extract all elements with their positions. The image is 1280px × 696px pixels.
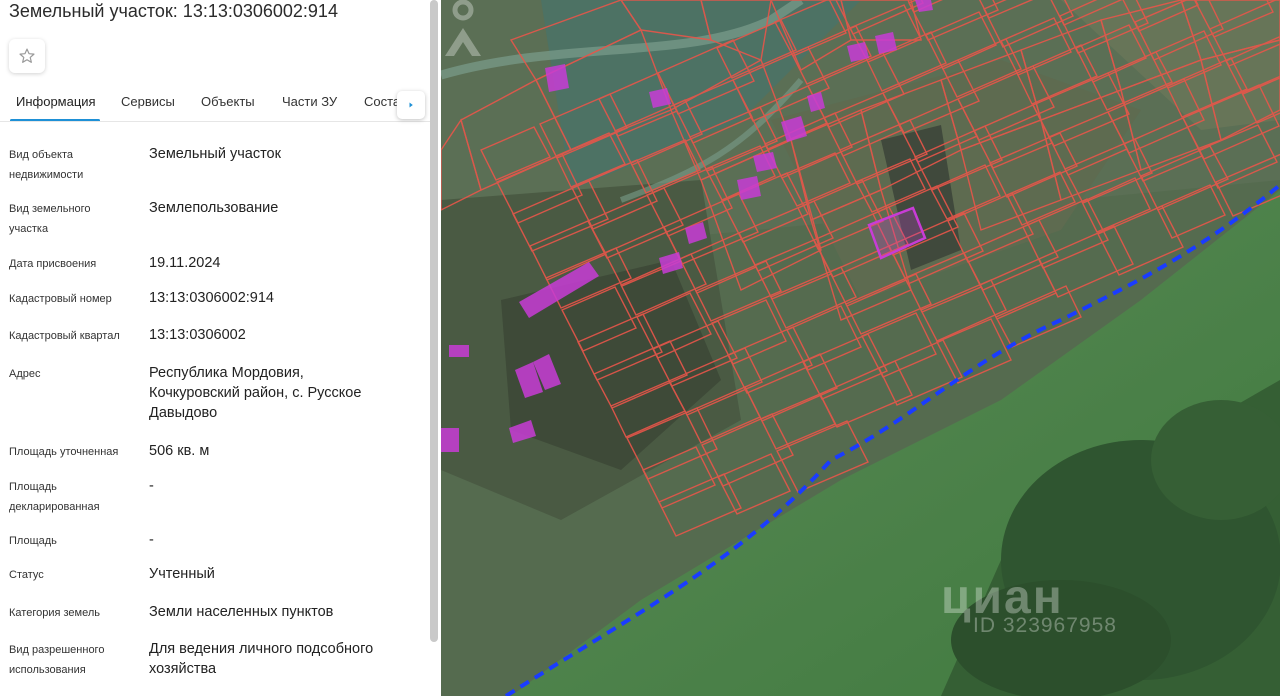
attribute-value-line: Республика Мордовия, <box>149 365 304 381</box>
attribute-value: 13:13:0306002 <box>149 325 419 345</box>
attribute-label: Статус <box>9 565 139 585</box>
attribute-value-line: Земли населенных пунктов <box>149 604 334 620</box>
tab-parts[interactable]: Части ЗУ <box>282 94 337 109</box>
attribute-value-line: - <box>149 478 154 494</box>
chevron-right-icon <box>409 102 413 108</box>
attribute-label-line: Дата присвоения <box>9 258 97 270</box>
attribute-value-line: Земельный участок <box>149 146 281 162</box>
active-tab-indicator <box>10 119 100 121</box>
attribute-value-line: Для ведения личного подсобного <box>149 641 374 657</box>
attribute-value: - <box>149 530 419 550</box>
attribute-value-line: Учтенный <box>149 566 215 582</box>
attribute-label: Адрес <box>9 364 139 384</box>
attribute-value-line: 506 кв. м <box>149 443 210 459</box>
attribute-value-line: Кочкуровский район, с. Русское <box>149 385 362 401</box>
attribute-label-line: Вид разрешенного <box>9 644 105 656</box>
attribute-value-line: Давыдово <box>149 405 218 421</box>
attribute-label-line: недвижимости <box>9 169 84 181</box>
tabs-scroll-right-button[interactable] <box>397 91 425 119</box>
page-title: Земельный участок: 13:13:0306002:914 <box>9 1 338 21</box>
attribute-label-line: участка <box>9 223 49 235</box>
attribute-label-line: Вид земельного <box>9 203 91 215</box>
attribute-label: Кадастровый квартал <box>9 326 139 346</box>
attribute-label-line: Кадастровый номер <box>9 293 112 305</box>
attribute-label-line: Адрес <box>9 368 41 380</box>
favorite-button[interactable] <box>9 39 45 73</box>
tab-info[interactable]: Информация <box>16 94 96 109</box>
attribute-value-line: Землепользование <box>149 200 279 216</box>
attribute-value: Землепользование <box>149 198 419 218</box>
attribute-value-line: 13:13:0306002 <box>149 327 246 343</box>
attribute-label: Кадастровый номер <box>9 289 139 309</box>
attribute-value-line: - <box>149 532 154 548</box>
attribute-label-line: Площадь <box>9 481 57 493</box>
attribute-value-line: 13:13:0306002:914 <box>149 290 274 306</box>
attribute-label: Площадь <box>9 531 139 551</box>
attribute-value: 13:13:0306002:914 <box>149 288 419 308</box>
watermark-id: ID 323967958 <box>973 614 1117 637</box>
attribute-label-line: Вид объекта <box>9 149 73 161</box>
tab-composition[interactable]: Соста <box>364 94 400 109</box>
tab-services[interactable]: Сервисы <box>121 94 175 109</box>
attribute-value: Учтенный <box>149 564 419 584</box>
attribute-label-line: Площадь уточненная <box>9 446 119 458</box>
attribute-value: - <box>149 476 419 496</box>
attribute-value: Земельный участок <box>149 144 419 164</box>
attribute-value-line: хозяйства <box>149 661 217 677</box>
attribute-value-line: 19.11.2024 <box>149 255 221 271</box>
attribute-label: Дата присвоения <box>9 254 139 274</box>
panel-scrollbar[interactable] <box>430 0 438 642</box>
cian-logo-icon <box>445 0 481 56</box>
attribute-label: Категория земель <box>9 603 139 623</box>
attribute-label: Вид земельного участка <box>9 199 139 239</box>
star-icon <box>19 48 35 63</box>
attribute-label-line: Статус <box>9 569 44 581</box>
satellite-map[interactable]: циан ID 323967958 <box>441 0 1280 696</box>
attribute-value: Земли населенных пунктов <box>149 602 419 622</box>
attribute-label-line: Кадастровый квартал <box>9 330 120 342</box>
attribute-label-line: Площадь <box>9 535 57 547</box>
attribute-label-line: декларированная <box>9 501 100 513</box>
attribute-label-line: использования <box>9 664 86 676</box>
attribute-label-line: Категория земель <box>9 607 100 619</box>
attribute-label: Площадь декларированная <box>9 477 139 517</box>
attribute-label: Вид разрешенного использования <box>9 640 139 680</box>
attribute-value: 19.11.2024 <box>149 253 419 273</box>
info-panel: Земельный участок: 13:13:0306002:914 Инф… <box>0 0 441 696</box>
tab-bar: Информация Сервисы Объекты Части ЗУ Сост… <box>0 86 430 122</box>
map-canvas[interactable] <box>441 0 1280 696</box>
attribute-label: Вид объекта недвижимости <box>9 145 139 185</box>
attribute-value: 506 кв. м <box>149 441 419 461</box>
attribute-label: Площадь уточненная <box>9 442 139 462</box>
tab-objects[interactable]: Объекты <box>201 94 255 109</box>
attribute-value: Республика Мордовия, Кочкуровский район, … <box>149 363 419 423</box>
attribute-value: Для ведения личного подсобного хозяйства <box>149 639 419 679</box>
